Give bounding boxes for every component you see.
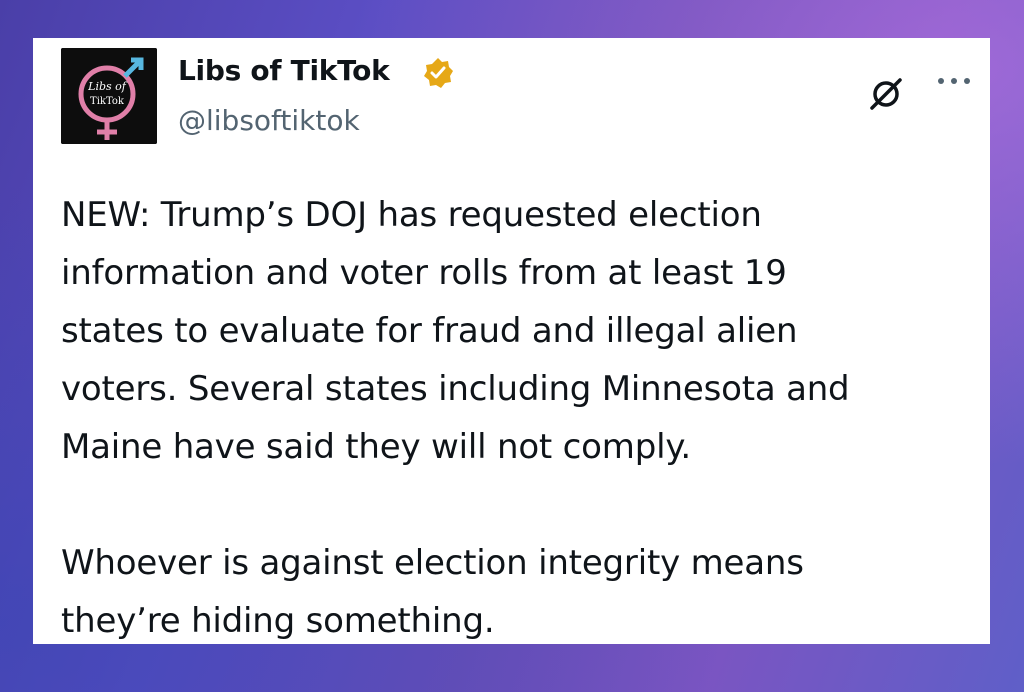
handle[interactable]: @libsoftiktok — [178, 104, 360, 137]
more-icon[interactable] — [933, 71, 975, 91]
avatar[interactable]: Libs of TikTok — [61, 48, 157, 144]
grok-icon[interactable] — [867, 75, 905, 113]
avatar-text-2: TikTok — [90, 96, 125, 107]
avatar-logo: Libs of TikTok — [61, 48, 157, 144]
verified-badge-icon — [424, 58, 453, 88]
post-card: Libs of TikTok Libs of TikTok @libsoftik… — [33, 38, 990, 644]
display-name[interactable]: Libs of TikTok — [178, 54, 390, 87]
post-text: NEW: Trump’s DOJ has requested election … — [61, 195, 850, 641]
avatar-text-1: Libs of — [87, 80, 128, 93]
